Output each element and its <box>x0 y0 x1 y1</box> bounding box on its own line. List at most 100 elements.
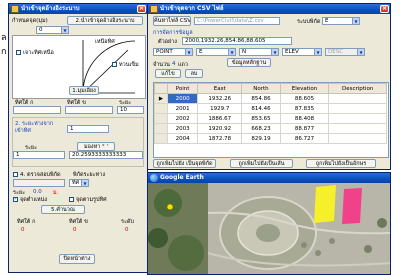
sample-section-label: การจัดการข้อมูล <box>153 30 193 36</box>
table-row[interactable]: 2002 1886.67 853.65 88.408 <box>154 113 387 124</box>
delete-button[interactable]: ลบ <box>185 69 203 78</box>
col-combo-north-value: N <box>242 49 247 55</box>
count-unit: แถว <box>178 62 188 68</box>
offset-field-a[interactable]: 1 <box>67 125 109 133</box>
table-cell[interactable]: 86.727 <box>279 133 330 144</box>
calc-angle-button[interactable]: มองหา ° ' <box>77 142 115 151</box>
column-header-east[interactable]: East <box>197 83 243 94</box>
table-cell[interactable]: 1886.67 <box>197 113 243 124</box>
unit-combo-value: ทิศ <box>72 180 80 186</box>
table-cell[interactable]: 1932.26 <box>197 93 243 104</box>
table-row[interactable]: ▶ 2000 1932.26 854.86 88.605 <box>154 93 387 104</box>
unit-combo[interactable]: ทิศ ▼ <box>69 179 89 187</box>
row-header[interactable] <box>154 133 168 144</box>
col-combo-elev[interactable]: ELEV ▼ <box>282 48 322 56</box>
col-combo-desc[interactable]: DESC ▼ <box>325 48 365 56</box>
table-cell[interactable]: 854.86 <box>241 93 281 104</box>
col-combo-point[interactable]: POINT ▼ <box>153 48 193 56</box>
row-header[interactable] <box>154 103 168 114</box>
import-data-button[interactable]: ข้อมูลหลักฐาน <box>227 58 271 67</box>
table-cell[interactable]: 87.835 <box>279 103 330 114</box>
offset-field-c[interactable]: 1 <box>13 151 65 159</box>
section2-sub-label: เข้าทิศ <box>15 128 31 134</box>
offset-field-d[interactable]: 20.2593333333333 <box>69 151 143 159</box>
verify-checkbox[interactable] <box>13 172 18 177</box>
row-header[interactable] <box>154 113 168 124</box>
table-row[interactable]: 2003 1920.92 668.23 88.877 <box>154 123 387 134</box>
dist-field[interactable]: 10 <box>117 106 144 114</box>
csv-dialog-title: นำเข้าจุดจาก CSV ไฟล์ <box>160 5 224 12</box>
table-cell[interactable]: 1872.78 <box>197 133 243 144</box>
north-checkbox[interactable] <box>16 50 21 55</box>
chevron-down-icon: ▼ <box>314 49 321 55</box>
points-table: Point East North Elevation Description ▶ 2000… <box>154 83 387 144</box>
shape-checkbox[interactable] <box>69 197 74 202</box>
table-cell[interactable]: 2003 <box>166 123 199 134</box>
left-dialog-titlebar[interactable]: นำเข้าจุดอ้างอิงระนาบ × <box>9 4 147 14</box>
csv-dialog-titlebar[interactable]: นำเข้าจุดจาก CSV ไฟล์ × <box>148 4 390 14</box>
table-row[interactable]: 2001 1929.7 814.46 87.835 <box>154 103 387 114</box>
table-cell[interactable]: 1929.7 <box>197 103 243 114</box>
table-cell[interactable] <box>328 93 387 104</box>
add-as-lines-button[interactable]: ถูกเพิ่มไปยังเป็นเส้น <box>230 159 293 168</box>
zone-combo[interactable]: E ▼ <box>322 17 360 25</box>
google-earth-label: Google Earth <box>160 174 204 181</box>
satellite-map[interactable] <box>148 183 391 275</box>
pushpin-icon[interactable] <box>166 203 174 214</box>
tab-import-reference[interactable]: 2.นำเข้าจุดอ้างอิงระนาบ <box>67 16 143 25</box>
table-header-row: Point East North Elevation Description <box>154 83 387 94</box>
column-header-elevation[interactable]: Elevation <box>279 83 330 94</box>
verify-field[interactable] <box>13 179 65 187</box>
calculate-button[interactable]: 5.คำนวณ <box>41 205 85 214</box>
browse-csv-button[interactable]: ค้นหาไฟล์ CSV <box>153 16 191 26</box>
side-glyph-1: ล <box>1 33 7 43</box>
point-checkbox[interactable] <box>13 196 18 202</box>
col-combo-elev-value: ELEV <box>285 49 299 55</box>
result-a-value: 0 <box>21 227 25 233</box>
column-header-description[interactable]: Description <box>328 83 387 94</box>
table-cell[interactable]: 2001 <box>166 103 199 114</box>
close-icon[interactable]: × <box>137 5 146 13</box>
table-cell[interactable]: 88.408 <box>279 113 330 124</box>
table-cell[interactable]: 814.46 <box>241 103 281 114</box>
sample-line-field[interactable]: 2000,1932.26,854.86,88.605 <box>182 37 292 45</box>
table-row[interactable]: 2004 1872.78 829.19 86.727 <box>154 133 387 144</box>
table-cell[interactable]: 88.605 <box>279 93 330 104</box>
chevron-down-icon: ▼ <box>352 18 359 24</box>
table-cell[interactable]: 853.65 <box>241 113 281 124</box>
google-earth-pane[interactable]: Google Earth <box>147 172 391 275</box>
table-cell[interactable] <box>328 123 387 134</box>
table-cell[interactable]: 2004 <box>166 133 199 144</box>
table-cell[interactable] <box>328 133 387 144</box>
col-combo-east[interactable]: E ▼ <box>196 48 236 56</box>
table-cell[interactable]: 2000 <box>166 93 199 104</box>
angle-input[interactable]: 0 ▼ <box>36 26 69 34</box>
rotate-button[interactable]: 1.มุมเอียง <box>69 86 99 95</box>
col-combo-north[interactable]: N ▼ <box>239 48 279 56</box>
pink-polygon <box>342 188 362 224</box>
table-cell[interactable]: 668.23 <box>241 123 281 134</box>
shape-checkbox-label: จุดตามรูปทิศ <box>76 197 107 203</box>
close-window-button[interactable]: ปิดหน้าต่าง <box>59 254 95 264</box>
close-icon[interactable]: × <box>380 5 389 13</box>
file-path-field[interactable]: C:\PowerCivil\data\Z.csv <box>194 17 280 25</box>
edit-button[interactable]: แก้ไข <box>155 69 181 78</box>
row-header[interactable]: ▶ <box>154 93 168 104</box>
dir-b-field[interactable] <box>65 106 113 114</box>
add-as-points-button[interactable]: ถูกเพิ่มไปยัง เป็นจุดพิกัด <box>153 159 216 168</box>
column-header-north[interactable]: North <box>241 83 281 94</box>
result-b-value: 0 <box>73 227 77 233</box>
table-cell[interactable]: 2002 <box>166 113 199 124</box>
table-cell[interactable]: 88.877 <box>279 123 330 134</box>
column-header-point[interactable]: Point <box>166 83 199 94</box>
counterclockwise-checkbox[interactable] <box>112 62 117 67</box>
row-header[interactable] <box>154 123 168 134</box>
table-cell[interactable] <box>328 103 387 114</box>
row-header-corner <box>154 83 168 94</box>
yellow-polygon <box>314 185 336 223</box>
table-cell[interactable]: 829.19 <box>241 133 281 144</box>
add-as-text-button[interactable]: ถูกเพิ่มไปยังเป็นอักษร <box>306 159 376 168</box>
table-cell[interactable]: 1920.92 <box>197 123 243 134</box>
dir-a-field[interactable] <box>13 106 61 114</box>
table-cell[interactable] <box>328 113 387 124</box>
